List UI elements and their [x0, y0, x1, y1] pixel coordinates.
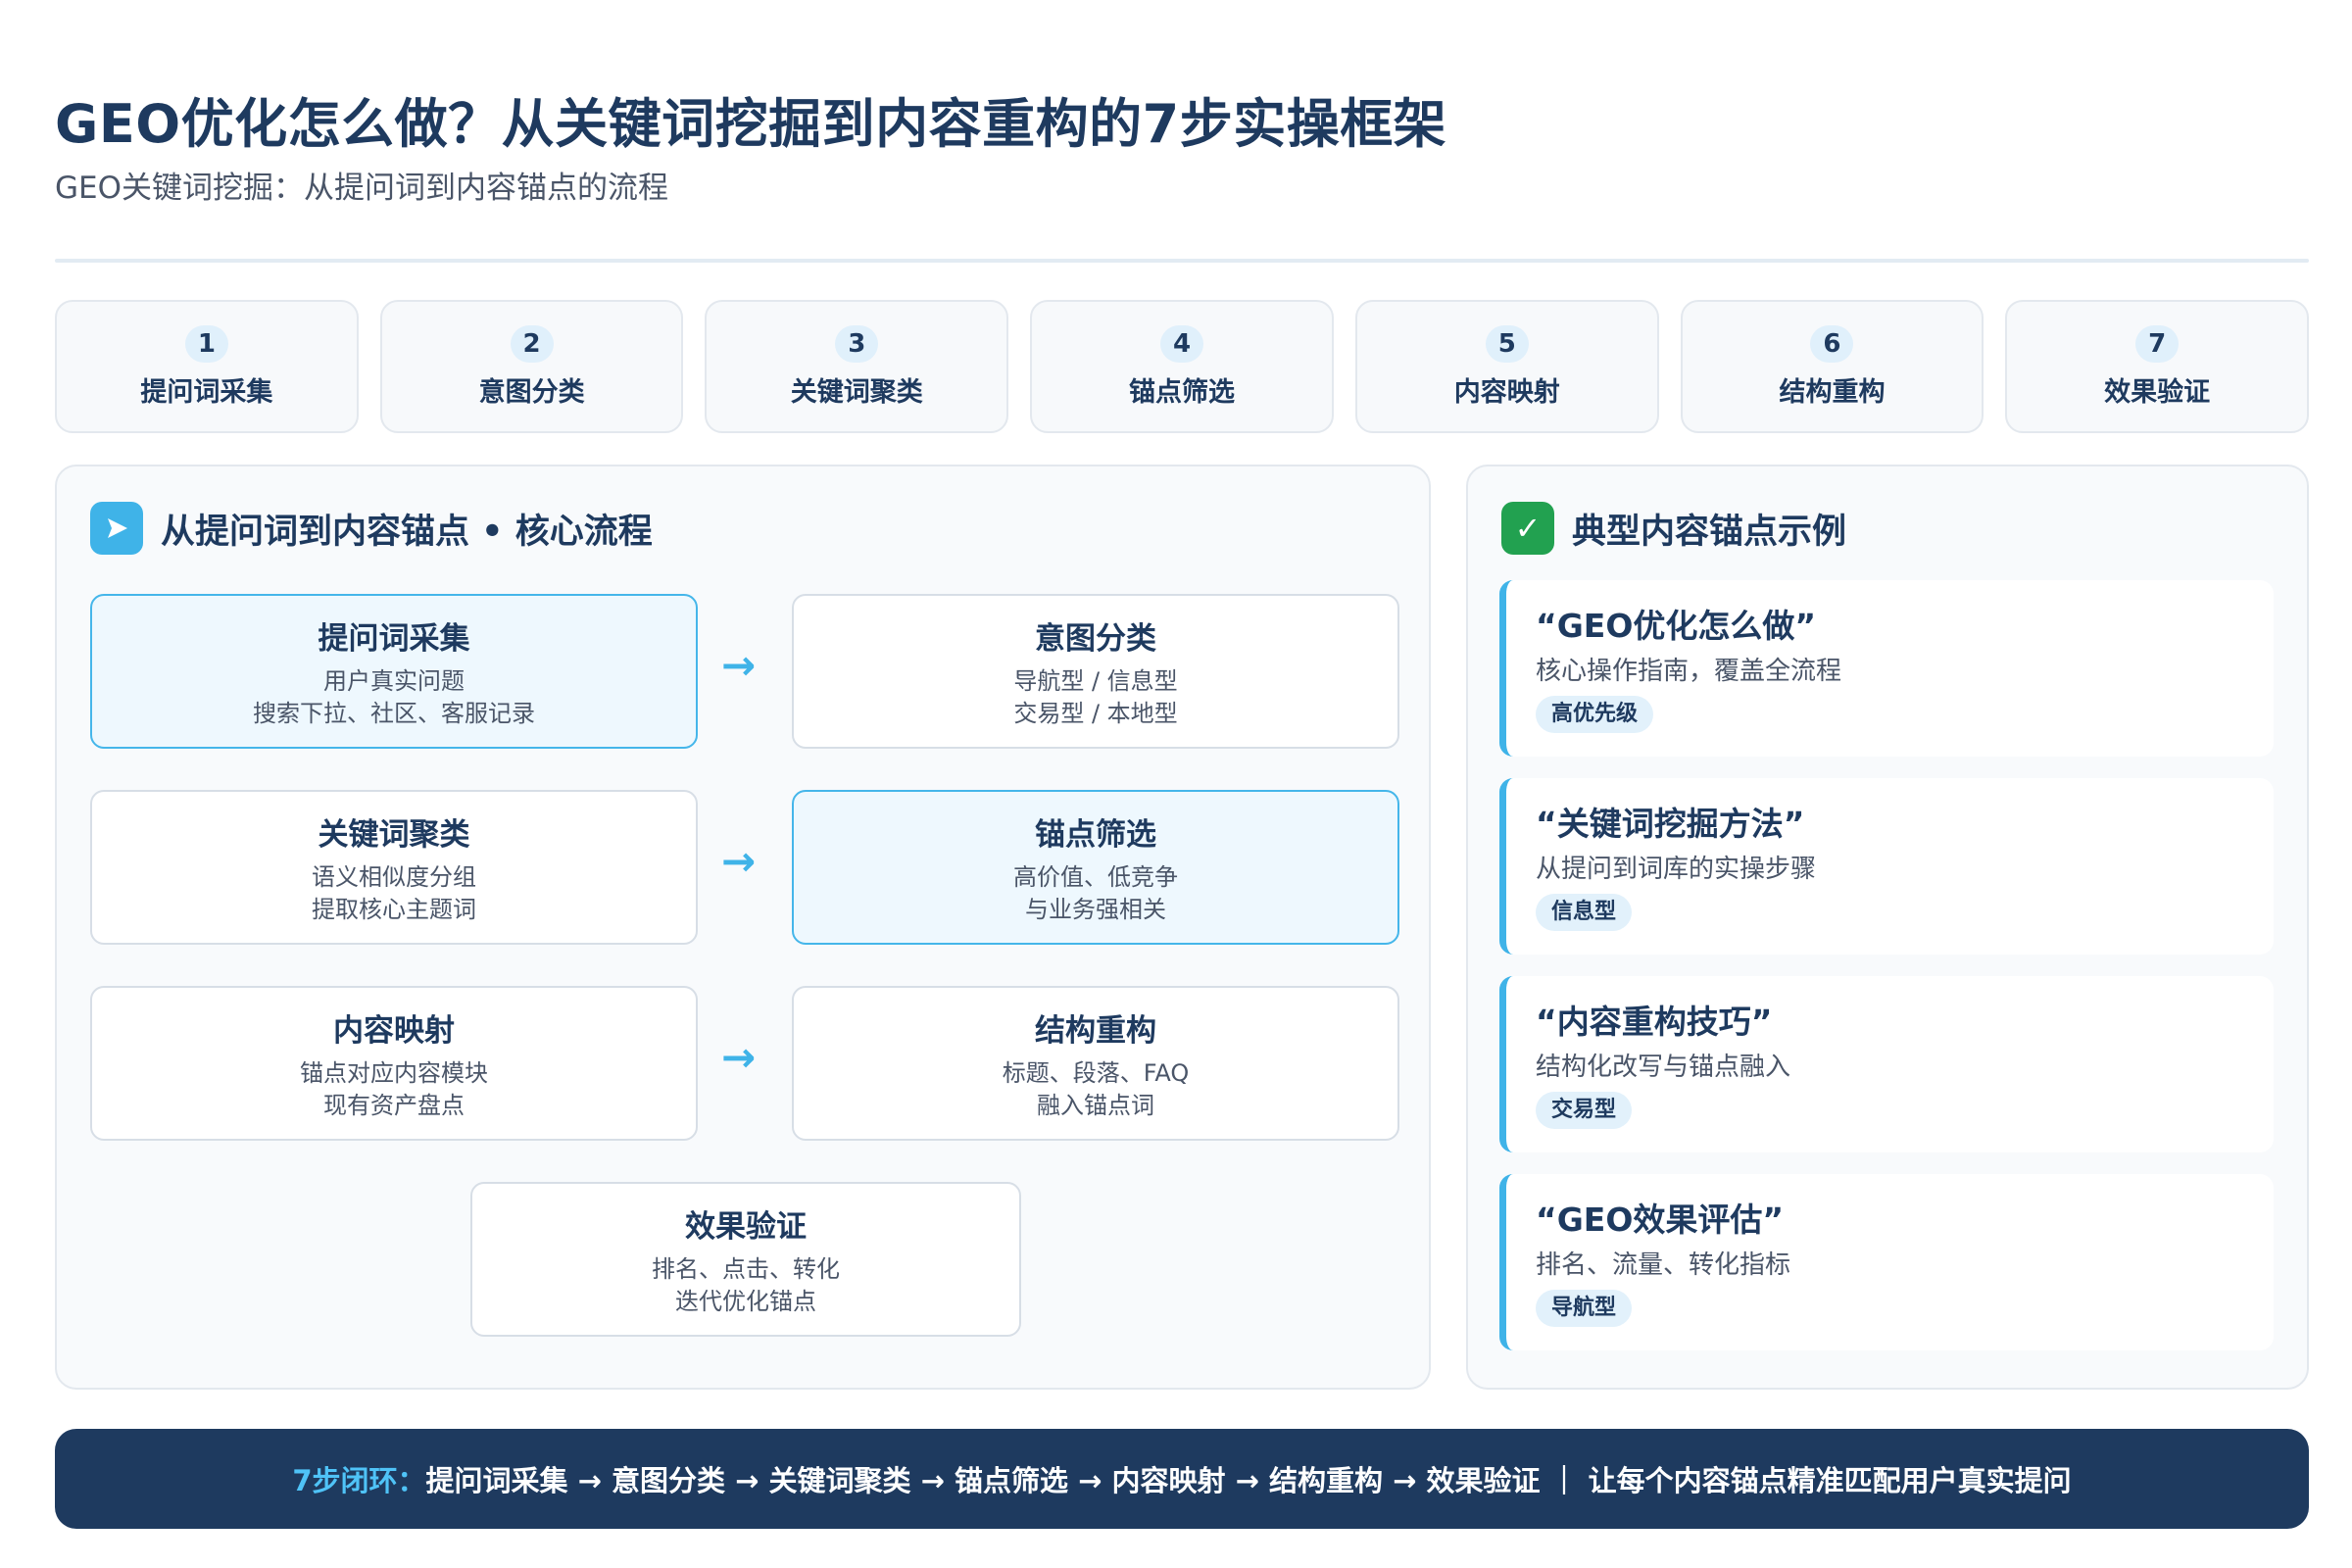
anchor-examples-heading: ✓ 典型内容锚点示例 — [1501, 502, 1846, 555]
anchor-card-geo-how: “GEO优化怎么做” 核心操作指南，覆盖全流程 高优先级 — [1499, 580, 2274, 757]
play-arrow-icon — [90, 502, 143, 555]
flow-node-line: 与业务强相关 — [1025, 895, 1166, 923]
anchor-title: “GEO优化怎么做” — [1536, 607, 1817, 645]
flow-node-title: 锚点筛选 — [1035, 816, 1156, 853]
flow-node-structure-rebuild: 结构重构 标题、段落、FAQ 融入锚点词 — [792, 986, 1399, 1141]
anchor-tag: 交易型 — [1536, 1092, 1633, 1129]
step-number-badge: 6 — [1810, 324, 1854, 363]
flow-node-line: 锚点对应内容模块 — [300, 1058, 488, 1087]
flow-node-effect-validation: 效果验证 排名、点击、转化 迭代优化锚点 — [470, 1182, 1021, 1337]
anchor-desc: 从提问到词库的实操步骤 — [1536, 855, 1817, 884]
page-title: GEO优化怎么做？从关键词挖掘到内容重构的7步实操框架 — [55, 93, 1447, 155]
flow-node-line: 迭代优化锚点 — [675, 1287, 816, 1315]
flow-node-title: 结构重构 — [1035, 1012, 1156, 1049]
summary-lead: 7步闭环： — [292, 1464, 426, 1497]
core-flow-panel: 从提问词到内容锚点 • 核心流程 提问词采集 用户真实问题 搜索下拉、社区、客服… — [55, 465, 1431, 1390]
step-card-4: 4 锚点筛选 — [1030, 300, 1334, 433]
flow-node-line: 用户真实问题 — [323, 666, 465, 695]
flow-node-title: 内容映射 — [333, 1012, 455, 1049]
check-icon: ✓ — [1501, 502, 1554, 555]
header-divider — [55, 259, 2309, 263]
step-card-2: 2 意图分类 — [379, 300, 684, 433]
flow-node-line: 语义相似度分组 — [312, 862, 476, 891]
step-card-5: 5 内容映射 — [1354, 300, 1659, 433]
flow-node-line: 标题、段落、FAQ — [1002, 1058, 1190, 1087]
anchor-title: “关键词挖掘方法” — [1536, 805, 1805, 843]
step-card-3: 3 关键词聚类 — [705, 300, 1009, 433]
anchor-title: “GEO效果评估” — [1536, 1200, 1785, 1239]
flow-arrow-icon: → — [721, 1033, 757, 1081]
anchor-desc: 排名、流量、转化指标 — [1536, 1250, 1791, 1280]
flow-node-line: 提取核心主题词 — [312, 895, 476, 923]
core-flow-heading: 从提问词到内容锚点 • 核心流程 — [90, 502, 653, 555]
flow-node-line: 交易型 / 本地型 — [1013, 699, 1178, 727]
step-card-7: 7 效果验证 — [2005, 300, 2310, 433]
step-label: 锚点筛选 — [1129, 376, 1236, 408]
step-label: 结构重构 — [1779, 376, 1886, 408]
step-number-badge: 1 — [184, 324, 228, 363]
summary-body: 提问词采集 → 意图分类 → 关键词聚类 → 锚点筛选 → 内容映射 → 结构重… — [425, 1464, 2072, 1497]
step-label: 意图分类 — [478, 376, 585, 408]
anchor-desc: 核心操作指南，覆盖全流程 — [1536, 657, 1842, 686]
anchor-title: “内容重构技巧” — [1536, 1003, 1773, 1041]
flow-node-title: 提问词采集 — [318, 620, 470, 657]
anchor-tag: 高优先级 — [1536, 696, 1654, 733]
flow-node-question-collection: 提问词采集 用户真实问题 搜索下拉、社区、客服记录 — [90, 594, 698, 749]
step-number-badge: 3 — [835, 324, 879, 363]
step-label: 关键词聚类 — [790, 376, 923, 408]
anchor-examples-heading-text: 典型内容锚点示例 — [1572, 512, 1847, 552]
anchor-card-keyword-method: “关键词挖掘方法” 从提问到词库的实操步骤 信息型 — [1499, 778, 2274, 955]
flow-arrow-icon: → — [721, 837, 757, 885]
flow-node-anchor-screening: 锚点筛选 高价值、低竞争 与业务强相关 — [792, 790, 1399, 945]
step-number-badge: 7 — [2135, 324, 2180, 363]
anchor-tag: 导航型 — [1536, 1290, 1633, 1327]
anchor-card-content-rebuild: “内容重构技巧” 结构化改写与锚点融入 交易型 — [1499, 976, 2274, 1152]
flow-node-line: 导航型 / 信息型 — [1013, 666, 1178, 695]
step-bar: 1 提问词采集 2 意图分类 3 关键词聚类 4 锚点筛选 5 内容映射 6 结… — [55, 300, 2310, 433]
anchor-examples-panel: ✓ 典型内容锚点示例 “GEO优化怎么做” 核心操作指南，覆盖全流程 高优先级 … — [1466, 465, 2309, 1390]
step-label: 效果验证 — [2104, 376, 2211, 408]
step-number-badge: 2 — [510, 324, 554, 363]
flow-node-line: 搜索下拉、社区、客服记录 — [253, 699, 535, 727]
anchor-tag: 信息型 — [1536, 894, 1633, 931]
flow-arrow-icon: → — [721, 641, 757, 689]
core-flow-heading-text: 从提问词到内容锚点 • 核心流程 — [161, 512, 653, 552]
summary-banner: 7步闭环： 提问词采集 → 意图分类 → 关键词聚类 → 锚点筛选 → 内容映射… — [55, 1429, 2309, 1529]
anchor-desc: 结构化改写与锚点融入 — [1536, 1053, 1791, 1082]
step-card-6: 6 结构重构 — [1680, 300, 1984, 433]
flow-node-line: 排名、点击、转化 — [652, 1254, 840, 1283]
flow-node-line: 高价值、低竞争 — [1013, 862, 1178, 891]
step-label: 提问词采集 — [140, 376, 273, 408]
step-number-badge: 5 — [1485, 324, 1529, 363]
step-label: 内容映射 — [1453, 376, 1560, 408]
flow-node-title: 效果验证 — [685, 1208, 807, 1245]
page-subtitle: GEO关键词挖掘：从提问词到内容锚点的流程 — [55, 171, 669, 206]
step-number-badge: 4 — [1160, 324, 1204, 363]
flow-node-line: 现有资产盘点 — [323, 1091, 465, 1119]
flow-node-title: 关键词聚类 — [318, 816, 470, 853]
anchor-card-geo-evaluation: “GEO效果评估” 排名、流量、转化指标 导航型 — [1499, 1174, 2274, 1350]
flow-node-intent-classification: 意图分类 导航型 / 信息型 交易型 / 本地型 — [792, 594, 1399, 749]
flow-node-title: 意图分类 — [1035, 620, 1156, 657]
flow-node-keyword-clustering: 关键词聚类 语义相似度分组 提取核心主题词 — [90, 790, 698, 945]
step-card-1: 1 提问词采集 — [55, 300, 359, 433]
flow-node-content-mapping: 内容映射 锚点对应内容模块 现有资产盘点 — [90, 986, 698, 1141]
flow-node-line: 融入锚点词 — [1037, 1091, 1154, 1119]
